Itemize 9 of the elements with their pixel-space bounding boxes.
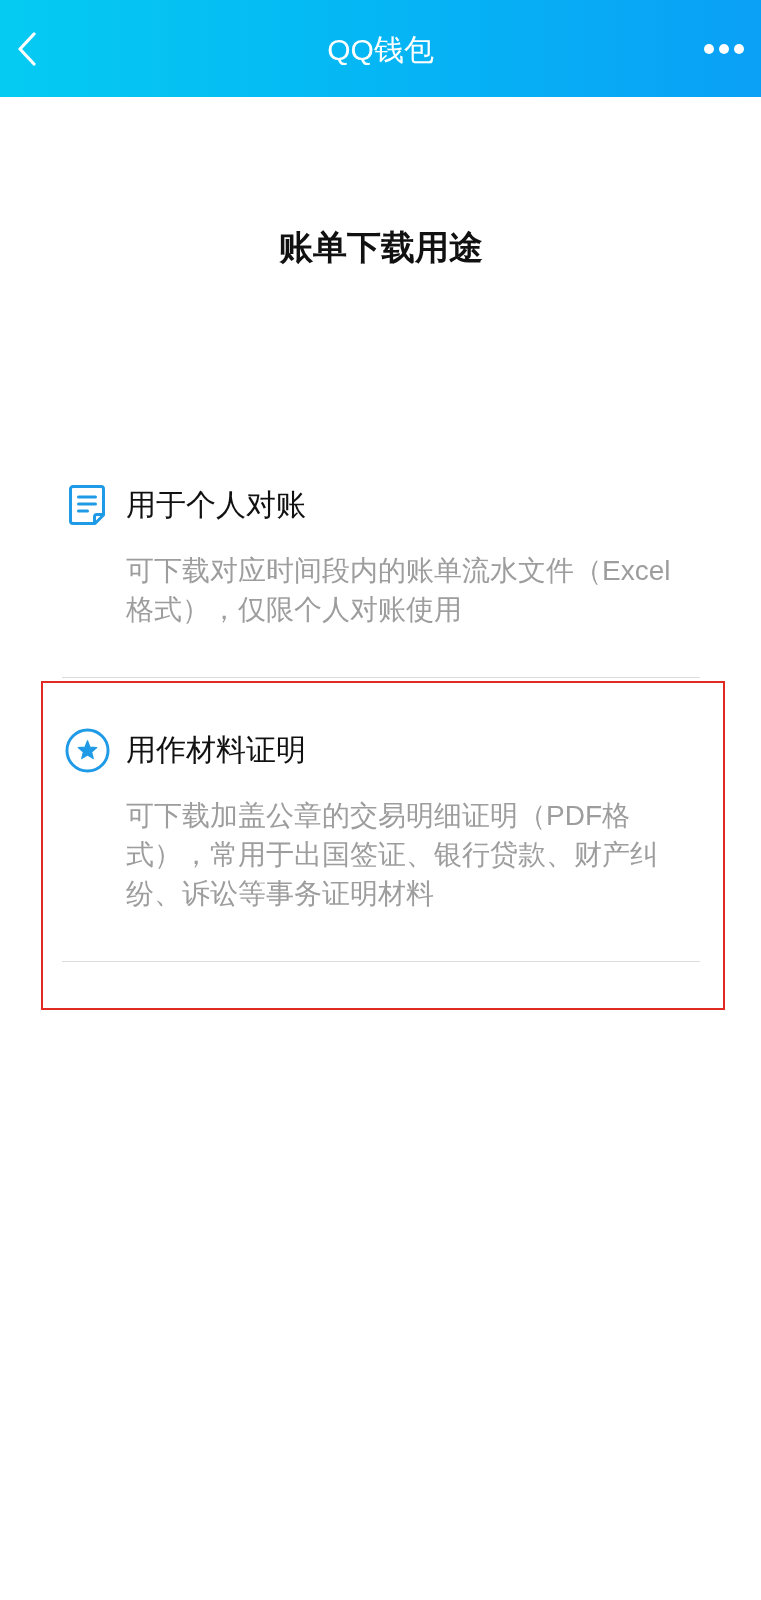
option-title[interactable]: 用作材料证明	[126, 730, 306, 770]
back-icon[interactable]	[17, 31, 37, 66]
option-description: 可下载加盖公章的交易明细证明（PDF格式），常用于出国签证、银行贷款、财产纠纷、诉讼等事务证明材料	[126, 799, 659, 911]
option-description: 可下载对应时间段内的账单流水文件（Excel格式），仅限个人对账使用	[126, 554, 672, 627]
more-icon[interactable]	[704, 43, 744, 54]
option-title[interactable]: 用于个人对账	[126, 485, 306, 525]
page-title: 账单下载用途	[278, 227, 483, 268]
document-icon	[69, 484, 105, 526]
window-title: QQ钱包	[327, 32, 434, 68]
